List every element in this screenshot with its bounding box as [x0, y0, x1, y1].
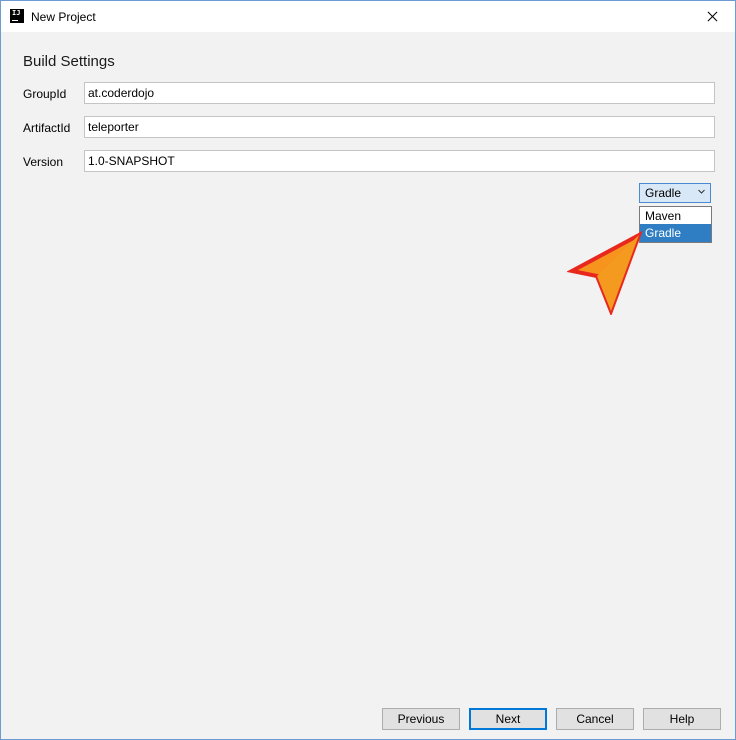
- app-icon-text: IJ: [12, 9, 21, 17]
- section-title: Build Settings: [23, 53, 115, 70]
- build-tool-dropdown: Maven Gradle: [639, 206, 712, 243]
- groupid-label: GroupId: [23, 87, 67, 101]
- cancel-button[interactable]: Cancel: [556, 708, 634, 730]
- title-bar[interactable]: IJ New Project: [1, 1, 735, 32]
- next-button[interactable]: Next: [469, 708, 547, 730]
- build-tool-combo[interactable]: Gradle: [639, 183, 711, 203]
- version-field[interactable]: 1.0-SNAPSHOT: [84, 150, 715, 172]
- groupid-field[interactable]: at.coderdojo: [84, 82, 715, 104]
- orange-arrow-pointer-icon: [567, 231, 643, 315]
- new-project-dialog: IJ New Project Build Settings GroupId at…: [0, 0, 736, 740]
- close-icon[interactable]: [689, 1, 735, 32]
- version-label: Version: [23, 155, 64, 169]
- intellij-app-icon: IJ: [10, 9, 24, 23]
- artifactid-label: ArtifactId: [23, 121, 71, 135]
- option-gradle[interactable]: Gradle: [640, 224, 711, 242]
- previous-button[interactable]: Previous: [382, 708, 460, 730]
- build-tool-selected: Gradle: [645, 186, 682, 200]
- window-title: New Project: [31, 10, 96, 24]
- artifactid-field[interactable]: teleporter: [84, 116, 715, 138]
- chevron-down-icon: [698, 189, 705, 194]
- option-maven[interactable]: Maven: [640, 207, 711, 225]
- help-button[interactable]: Help: [643, 708, 721, 730]
